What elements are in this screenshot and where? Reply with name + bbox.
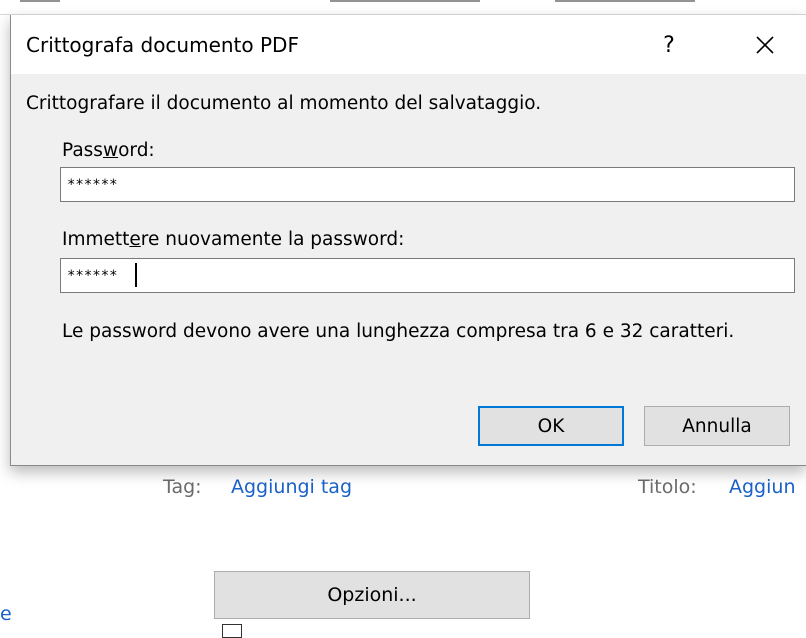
reenter-password-input[interactable]	[60, 258, 795, 293]
add-title-link[interactable]: Aggiun	[729, 476, 795, 498]
password-input[interactable]	[60, 167, 795, 202]
options-button[interactable]: Opzioni...	[214, 571, 530, 619]
ok-button-label: OK	[537, 415, 565, 437]
cancel-button[interactable]: Annulla	[644, 406, 790, 446]
background-header-strip	[0, 0, 806, 14]
background-text-fragment	[555, 0, 695, 2]
close-icon	[756, 36, 774, 54]
dialog-titlebar: Crittografa documento PDF ?	[11, 15, 806, 74]
background-link-fragment[interactable]: e	[0, 603, 12, 625]
background-checkbox[interactable]	[222, 624, 242, 638]
text-caret	[135, 263, 137, 287]
password-label: Password:	[62, 140, 155, 161]
password-length-hint: Le password devono avere una lunghezza c…	[62, 321, 735, 342]
title-label: Titolo:	[638, 476, 697, 498]
options-button-label: Opzioni...	[327, 584, 417, 606]
tag-label: Tag:	[163, 476, 202, 498]
help-icon: ?	[663, 32, 675, 58]
dialog-title: Crittografa documento PDF	[26, 33, 299, 57]
help-button[interactable]: ?	[651, 27, 687, 63]
background-text-fragment	[330, 0, 480, 2]
cancel-button-label: Annulla	[682, 415, 752, 437]
close-button[interactable]	[747, 27, 783, 63]
background-text-fragment	[20, 0, 60, 2]
ok-button[interactable]: OK	[478, 406, 624, 446]
add-tag-link[interactable]: Aggiungi tag	[231, 476, 352, 498]
encrypt-pdf-dialog: Crittografa documento PDF ? Crittografar…	[10, 15, 806, 466]
dialog-intro-text: Crittografare il documento al momento de…	[26, 93, 542, 114]
reenter-password-label: Immettere nuovamente la password:	[62, 229, 405, 250]
